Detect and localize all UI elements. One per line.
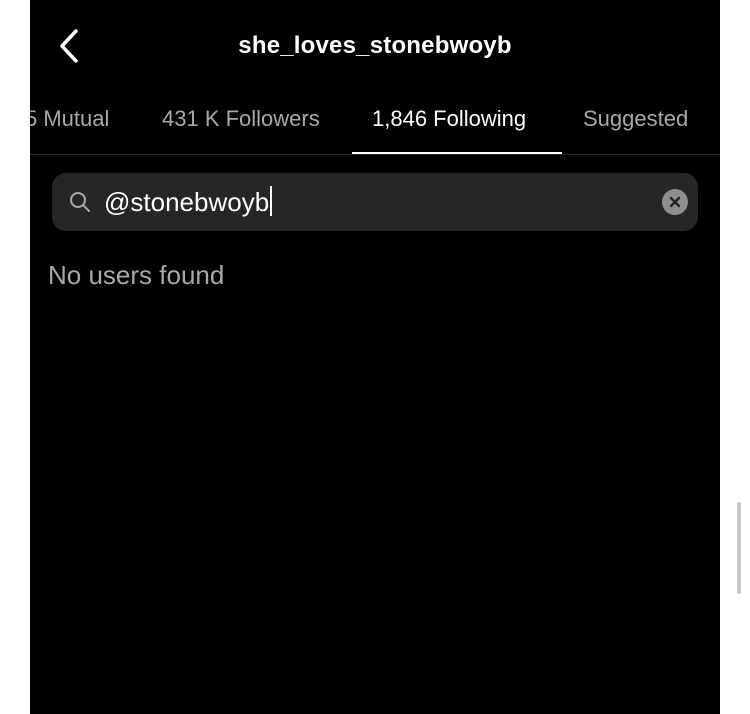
active-tab-indicator (352, 152, 562, 154)
page-title: she_loves_stonebwoyb (238, 32, 512, 59)
tab-bar: 5 Mutual 431 K Followers 1,846 Following… (30, 98, 720, 155)
empty-results-message: No users found (48, 260, 225, 290)
search-icon (70, 192, 90, 212)
scroll-indicator[interactable] (737, 502, 741, 594)
tab-following[interactable]: 1,846 Following (372, 106, 526, 132)
tab-mutual[interactable]: 5 Mutual (30, 106, 109, 132)
tab-followers[interactable]: 431 K Followers (162, 106, 320, 132)
text-cursor (270, 186, 273, 216)
search-bar[interactable]: @stonebwoyb (52, 173, 698, 231)
clear-icon (669, 196, 681, 208)
search-value: @stonebwoyb (104, 187, 270, 217)
header: she_loves_stonebwoyb (30, 0, 720, 98)
clear-search-button[interactable] (662, 189, 688, 215)
app-screen: she_loves_stonebwoyb 5 Mutual 431 K Foll… (30, 0, 720, 714)
tab-suggested[interactable]: Suggested (583, 106, 688, 132)
search-input[interactable]: @stonebwoyb (104, 186, 273, 218)
